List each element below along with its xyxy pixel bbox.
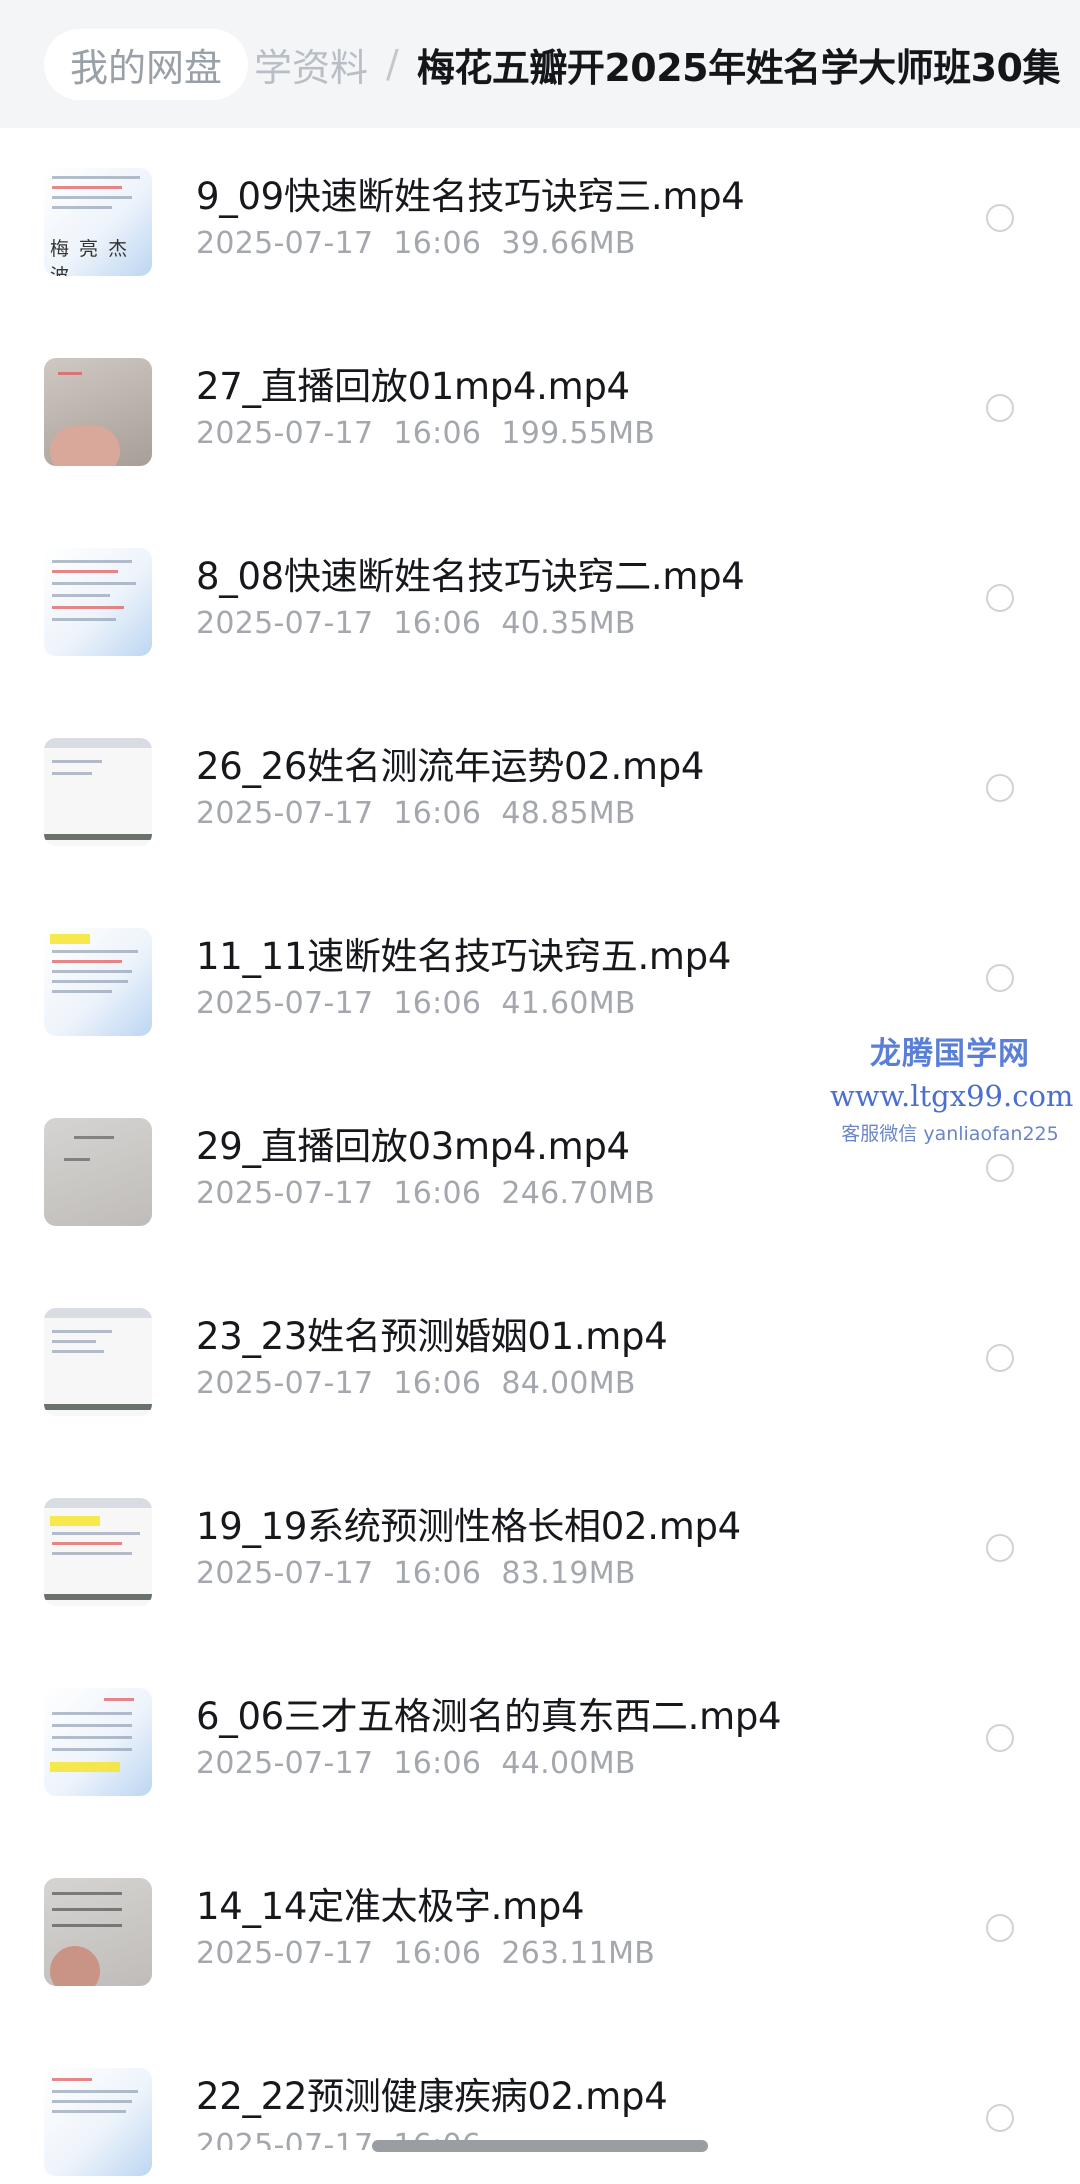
file-time: 16:06 bbox=[393, 416, 482, 451]
file-row[interactable]: 14_14定准太极字.mp4 2025-07-17 16:06 263.11MB bbox=[0, 1878, 1080, 2068]
top-bar: 我的网盘 学资料 / 梅花五瓣开2025年姓名学大师班30集 bbox=[0, 0, 1080, 128]
select-radio[interactable] bbox=[986, 774, 1014, 802]
video-thumbnail bbox=[44, 2068, 152, 2176]
file-date: 2025-07-17 bbox=[196, 1746, 374, 1781]
select-radio[interactable] bbox=[986, 204, 1014, 232]
file-meta: 2025-07-17 16:06 44.00MB bbox=[196, 1746, 656, 1781]
file-time: 16:06 bbox=[393, 1746, 482, 1781]
file-meta: 2025-07-17 16:06 263.11MB bbox=[196, 1936, 675, 1971]
file-size: 83.19MB bbox=[501, 1556, 636, 1591]
file-meta: 2025-07-17 16:06 84.00MB bbox=[196, 1366, 656, 1401]
file-time: 16:06 bbox=[393, 606, 482, 641]
file-size: 48.85MB bbox=[501, 796, 636, 831]
file-date: 2025-07-17 bbox=[196, 986, 374, 1021]
watermark-contact: 客服微信 yanliaofan225 bbox=[841, 1123, 1059, 1145]
file-meta: 2025-07-17 16:06 246.70MB bbox=[196, 1176, 675, 1211]
thumbnail-text: 梅 亮 杰 波 bbox=[50, 238, 130, 276]
file-date: 2025-07-17 bbox=[196, 1936, 374, 1971]
file-size: 263.11MB bbox=[501, 1936, 656, 1971]
file-date: 2025-07-17 bbox=[196, 606, 374, 641]
file-row[interactable]: 8_08快速断姓名技巧诀窍二.mp4 2025-07-17 16:06 40.35M… bbox=[0, 548, 1080, 738]
file-size: 39.66MB bbox=[501, 226, 636, 261]
file-date: 2025-07-17 bbox=[196, 1556, 374, 1591]
select-radio[interactable] bbox=[986, 394, 1014, 422]
file-size: 199.55MB bbox=[501, 416, 656, 451]
file-size: 40.35MB bbox=[501, 606, 636, 641]
breadcrumb-root-my-drive[interactable]: 我的网盘 bbox=[44, 28, 249, 100]
file-size: 41.60MB bbox=[501, 986, 636, 1021]
watermark: 龙腾国学网 www.ltgx99.com 客服微信 yanliaofan225 bbox=[830, 1028, 1074, 1146]
file-date: 2025-07-17 bbox=[196, 796, 374, 831]
select-radio[interactable] bbox=[986, 584, 1014, 612]
file-name: 6_06三才五格测名的真东西二.mp4 bbox=[196, 1695, 782, 1738]
watermark-title: 龙腾国学网 bbox=[870, 1036, 1030, 1072]
file-time: 16:06 bbox=[393, 1176, 482, 1211]
file-meta: 2025-07-17 16:06 39.66MB bbox=[196, 226, 656, 261]
file-name: 19_19系统预测性格长相02.mp4 bbox=[196, 1505, 741, 1548]
file-size: 246.70MB bbox=[501, 1176, 656, 1211]
file-row[interactable]: 23_23姓名预测婚姻01.mp4 2025-07-17 16:06 84.00MB bbox=[0, 1308, 1080, 1498]
breadcrumb: 我的网盘 学资料 / 梅花五瓣开2025年姓名学大师班30集 bbox=[44, 28, 1061, 100]
file-size: 84.00MB bbox=[501, 1366, 636, 1401]
file-date: 2025-07-17 bbox=[196, 416, 374, 451]
file-name: 8_08快速断姓名技巧诀窍二.mp4 bbox=[196, 555, 745, 598]
video-thumbnail bbox=[44, 1878, 152, 1986]
video-thumbnail bbox=[44, 738, 152, 846]
breadcrumb-current-folder: 梅花五瓣开2025年姓名学大师班30集 bbox=[416, 45, 1061, 90]
file-name: 11_11速断姓名技巧诀窍五.mp4 bbox=[196, 935, 732, 978]
file-date: 2025-07-17 bbox=[196, 1366, 374, 1401]
file-date: 2025-07-17 bbox=[196, 2128, 374, 2150]
file-size: 44.00MB bbox=[501, 1746, 636, 1781]
file-row[interactable]: 6_06三才五格测名的真东西二.mp4 2025-07-17 16:06 44.00… bbox=[0, 1688, 1080, 1878]
video-thumbnail bbox=[44, 1688, 152, 1796]
file-meta: 2025-07-17 16:06 40.35MB bbox=[196, 606, 656, 641]
file-row[interactable]: 29_直播回放03mp4.mp4 2025-07-17 16:06 246.70MB bbox=[0, 1118, 1080, 1308]
file-row[interactable]: 22_22预测健康疾病02.mp4 2025-07-17 16:06 bbox=[0, 2068, 1080, 2184]
video-thumbnail bbox=[44, 1498, 152, 1606]
file-time: 16:06 bbox=[393, 1556, 482, 1591]
file-date: 2025-07-17 bbox=[196, 226, 374, 261]
file-time: 16:06 bbox=[393, 986, 482, 1021]
select-radio[interactable] bbox=[986, 1724, 1014, 1752]
video-thumbnail bbox=[44, 1118, 152, 1226]
select-radio[interactable] bbox=[986, 964, 1014, 992]
file-name: 29_直播回放03mp4.mp4 bbox=[196, 1125, 630, 1168]
file-row[interactable]: 19_19系统预测性格长相02.mp4 2025-07-17 16:06 83.19… bbox=[0, 1498, 1080, 1688]
file-date: 2025-07-17 bbox=[196, 1176, 374, 1211]
select-radio[interactable] bbox=[986, 1914, 1014, 1942]
breadcrumb-separator: / bbox=[386, 42, 399, 86]
file-meta: 2025-07-17 16:06 83.19MB bbox=[196, 1556, 656, 1591]
file-name: 23_23姓名预测婚姻01.mp4 bbox=[196, 1315, 668, 1358]
video-thumbnail bbox=[44, 358, 152, 466]
select-radio[interactable] bbox=[986, 2104, 1014, 2132]
file-time: 16:06 bbox=[393, 796, 482, 831]
file-meta: 2025-07-17 16:06 199.55MB bbox=[196, 416, 675, 451]
file-time: 16:06 bbox=[393, 226, 482, 261]
video-thumbnail bbox=[44, 928, 152, 1036]
file-name: 27_直播回放01mp4.mp4 bbox=[196, 365, 630, 408]
file-time: 16:06 bbox=[393, 1936, 482, 1971]
file-row[interactable]: 26_26姓名测流年运势02.mp4 2025-07-17 16:06 48.85M… bbox=[0, 738, 1080, 928]
select-radio[interactable] bbox=[986, 1344, 1014, 1372]
video-thumbnail: 梅 亮 杰 波 bbox=[44, 168, 152, 276]
watermark-url: www.ltgx99.com bbox=[830, 1079, 1074, 1113]
file-name: 22_22预测健康疾病02.mp4 bbox=[196, 2075, 668, 2118]
file-name: 9_09快速断姓名技巧诀窍三.mp4 bbox=[196, 175, 745, 218]
select-radio[interactable] bbox=[986, 1534, 1014, 1562]
file-meta: 2025-07-17 16:06 41.60MB bbox=[196, 986, 656, 1021]
home-indicator[interactable] bbox=[372, 2140, 708, 2152]
file-meta: 2025-07-17 16:06 48.85MB bbox=[196, 796, 656, 831]
file-list-sheet: 梅 亮 杰 波 9_09快速断姓名技巧诀窍三.mp4 2025-07-17 16:… bbox=[0, 128, 1080, 2184]
file-row[interactable]: 27_直播回放01mp4.mp4 2025-07-17 16:06 199.55MB bbox=[0, 358, 1080, 548]
file-name: 26_26姓名测流年运势02.mp4 bbox=[196, 745, 705, 788]
file-row[interactable]: 梅 亮 杰 波 9_09快速断姓名技巧诀窍三.mp4 2025-07-17 16:… bbox=[0, 168, 1080, 358]
select-radio[interactable] bbox=[986, 1154, 1014, 1182]
video-thumbnail bbox=[44, 548, 152, 656]
video-thumbnail bbox=[44, 1308, 152, 1416]
file-name: 14_14定准太极字.mp4 bbox=[196, 1885, 585, 1928]
breadcrumb-parent-folder[interactable]: 学资料 bbox=[254, 37, 368, 92]
file-time: 16:06 bbox=[393, 1366, 482, 1401]
